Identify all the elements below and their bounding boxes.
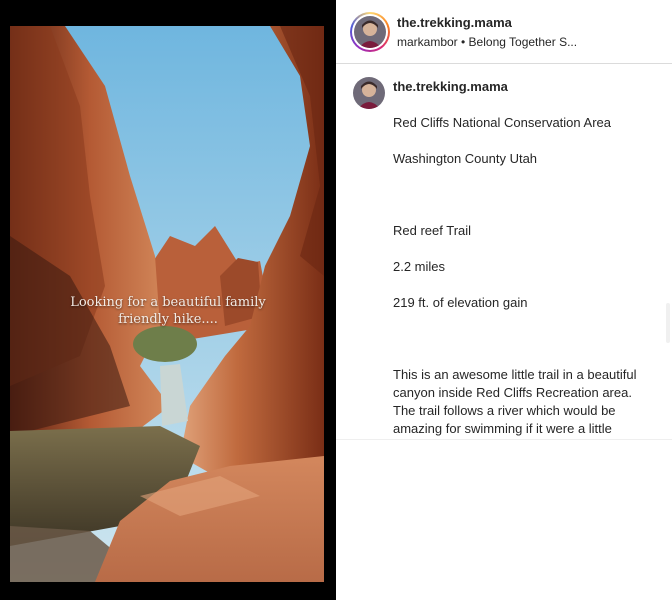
caption-avatar[interactable] [353,77,385,109]
avatar [354,16,386,48]
post-info-pane: the.trekking.mama markambor • Belong Tog… [336,0,672,600]
media-pane: Looking for a beautiful family friendly … [0,0,336,600]
caption-paragraph: This is an awesome little trail in a bea… [393,367,637,436]
post-video[interactable]: Looking for a beautiful family friendly … [10,26,324,582]
story-ring[interactable] [350,12,390,52]
caption-line: 219 ft. of elevation gain [393,295,528,310]
caption-line [393,330,655,348]
caption-line: Red reef Trail [393,223,472,238]
caption-text: Red Cliffs National Conservation Area Wa… [393,96,655,439]
scrollbar[interactable] [666,303,670,343]
caption-section: the.trekking.mama Red Cliffs National Co… [336,65,672,440]
video-overlay-caption: Looking for a beautiful family friendly … [70,295,266,327]
caption-line: 2.2 miles [393,259,446,274]
post-author-username[interactable]: the.trekking.mama [397,15,512,30]
caption-line [393,186,655,204]
caption-username[interactable]: the.trekking.mama [393,79,508,94]
caption-line: Red Cliffs National Conservation Area [393,115,611,130]
caption-line: Washington County Utah [393,151,538,166]
post-audio-subtitle[interactable]: markambor • Belong Together S... [397,35,577,49]
post-header: the.trekking.mama markambor • Belong Tog… [336,0,672,64]
